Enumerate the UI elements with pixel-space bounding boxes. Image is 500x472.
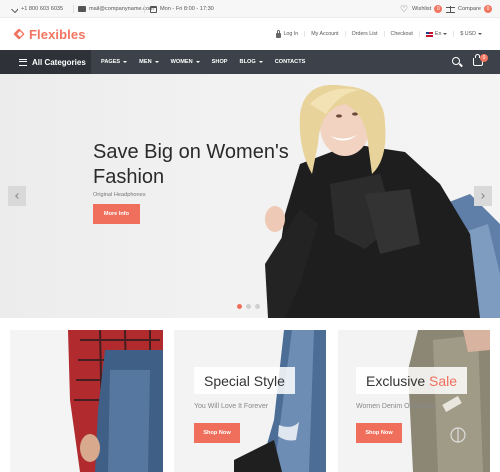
nav-item-pages[interactable]: PAGES	[101, 59, 128, 65]
wishlist-count-badge: 0	[434, 5, 443, 13]
hero-title-line-2: Fashion	[93, 166, 165, 188]
my-account-label: My Account	[311, 31, 339, 37]
hero-title: Save Big on Women's Fashion	[93, 140, 313, 190]
phone-icon	[10, 4, 20, 14]
login-link[interactable]: Log In	[270, 29, 304, 38]
search-icon[interactable]	[452, 57, 460, 65]
banner-title: Exclusive Sale	[356, 367, 468, 394]
logo-text: Flexibles	[29, 26, 86, 42]
banner-subtitle: You Will Love It Forever	[194, 403, 269, 410]
top-bar: +1 800 603 6035 mail@companyname.com Mon…	[0, 0, 500, 18]
wishlist-link[interactable]: ♡ Wishlist 0	[400, 0, 443, 18]
hours-text: Mon - Fri 8:00 - 17:30	[160, 6, 214, 12]
checkout-label: Checkout	[390, 31, 413, 37]
shop-now-button[interactable]: Shop Now	[356, 423, 402, 443]
nav-item-blog[interactable]: BLOG	[240, 59, 263, 65]
email-contact[interactable]: mail@companyname.com	[78, 0, 154, 18]
language-label: En	[434, 31, 442, 37]
chevron-down-icon	[258, 61, 263, 63]
nav-menu: PAGES MEN WOMEN SHOP BLOG CONTACTS	[101, 50, 317, 74]
divider	[144, 5, 145, 13]
language-selector[interactable]: En	[418, 31, 453, 37]
chevron-down-icon	[443, 33, 448, 35]
shop-now-button[interactable]: Shop Now	[194, 423, 240, 443]
nav-item-label: SHOP	[211, 59, 228, 65]
hero-slider: Save Big on Women's Fashion Original Hea…	[0, 74, 500, 318]
mail-icon	[78, 6, 86, 12]
chevron-down-icon	[154, 61, 159, 63]
compare-label: Compare	[458, 6, 482, 12]
promo-banner-exclusive-sale[interactable]: Exclusive Sale Women Denim Outerwear Sho…	[338, 330, 490, 472]
logo-diamond-icon	[14, 29, 25, 40]
hero-title-line-1: Save Big on Women's	[93, 141, 289, 163]
header-links: Log In My Account Orders List Checkout E…	[270, 26, 488, 42]
hero-subtitle: Original Headphones	[93, 192, 146, 198]
slider-next-button[interactable]	[474, 186, 492, 206]
orders-list-label: Orders List	[351, 31, 378, 37]
banner-model-image	[68, 330, 163, 472]
slider-prev-button[interactable]	[8, 186, 26, 206]
cart-count-badge: 0	[480, 54, 488, 62]
divider	[73, 5, 74, 13]
banner-title: Special Style	[194, 367, 295, 394]
currency-selector[interactable]: $ USD	[453, 31, 488, 37]
nav-item-label: CONTACTS	[274, 59, 306, 65]
chevron-down-icon	[123, 61, 128, 63]
phone-number: +1 800 603 6035	[21, 6, 64, 12]
nav-item-label: WOMEN	[170, 59, 193, 65]
nav-item-shop[interactable]: SHOP	[212, 59, 228, 65]
heart-icon: ♡	[400, 4, 409, 14]
more-info-button[interactable]: More Info	[93, 204, 140, 224]
compare-scale-icon	[446, 5, 455, 13]
wishlist-label: Wishlist	[412, 6, 432, 12]
nav-item-women[interactable]: WOMEN	[171, 59, 200, 65]
all-categories-button[interactable]: All Categories	[0, 50, 91, 74]
banner-jeans-image	[234, 330, 326, 472]
slider-dot[interactable]	[246, 304, 251, 309]
chevron-down-icon	[195, 61, 200, 63]
chevron-left-icon	[15, 193, 21, 199]
promo-banner-1[interactable]	[10, 330, 163, 472]
banner-jacket-image	[408, 330, 490, 472]
calendar-icon	[150, 5, 157, 13]
banner-subtitle: Women Denim Outerwear	[356, 403, 437, 410]
nav-item-contacts[interactable]: CONTACTS	[275, 59, 306, 65]
promo-banner-special-style[interactable]: Special Style You Will Love It Forever S…	[174, 330, 326, 472]
business-hours: Mon - Fri 8:00 - 17:30	[150, 0, 214, 18]
site-logo[interactable]: Flexibles	[14, 26, 86, 42]
hero-model-image	[265, 84, 500, 318]
orders-list-link[interactable]: Orders List	[344, 31, 384, 37]
currency-label: $ USD	[460, 31, 476, 37]
lock-icon	[276, 29, 282, 38]
main-navigation: All Categories PAGES MEN WOMEN SHOP BLOG…	[0, 50, 500, 74]
uk-flag-icon	[425, 31, 433, 37]
chevron-right-icon	[479, 193, 485, 199]
checkout-link[interactable]: Checkout	[383, 31, 419, 37]
banner-title-accent: Sale	[429, 372, 458, 389]
my-account-link[interactable]: My Account	[304, 31, 344, 37]
login-label: Log In	[283, 31, 299, 37]
slider-dot[interactable]	[237, 304, 242, 309]
banner-title-plain: Exclusive	[366, 372, 426, 389]
hamburger-menu-icon	[19, 58, 27, 66]
all-categories-label: All Categories	[32, 57, 86, 67]
nav-item-label: BLOG	[239, 59, 256, 65]
nav-item-men[interactable]: MEN	[139, 59, 159, 65]
nav-item-label: PAGES	[101, 59, 121, 65]
nav-item-label: MEN	[139, 59, 152, 65]
slider-pagination	[237, 304, 260, 309]
slider-dot[interactable]	[255, 304, 260, 309]
chevron-down-icon	[478, 33, 482, 35]
compare-count-badge: 0	[484, 5, 493, 13]
phone-contact[interactable]: +1 800 603 6035	[10, 0, 64, 18]
compare-link[interactable]: Compare 0	[446, 0, 493, 18]
